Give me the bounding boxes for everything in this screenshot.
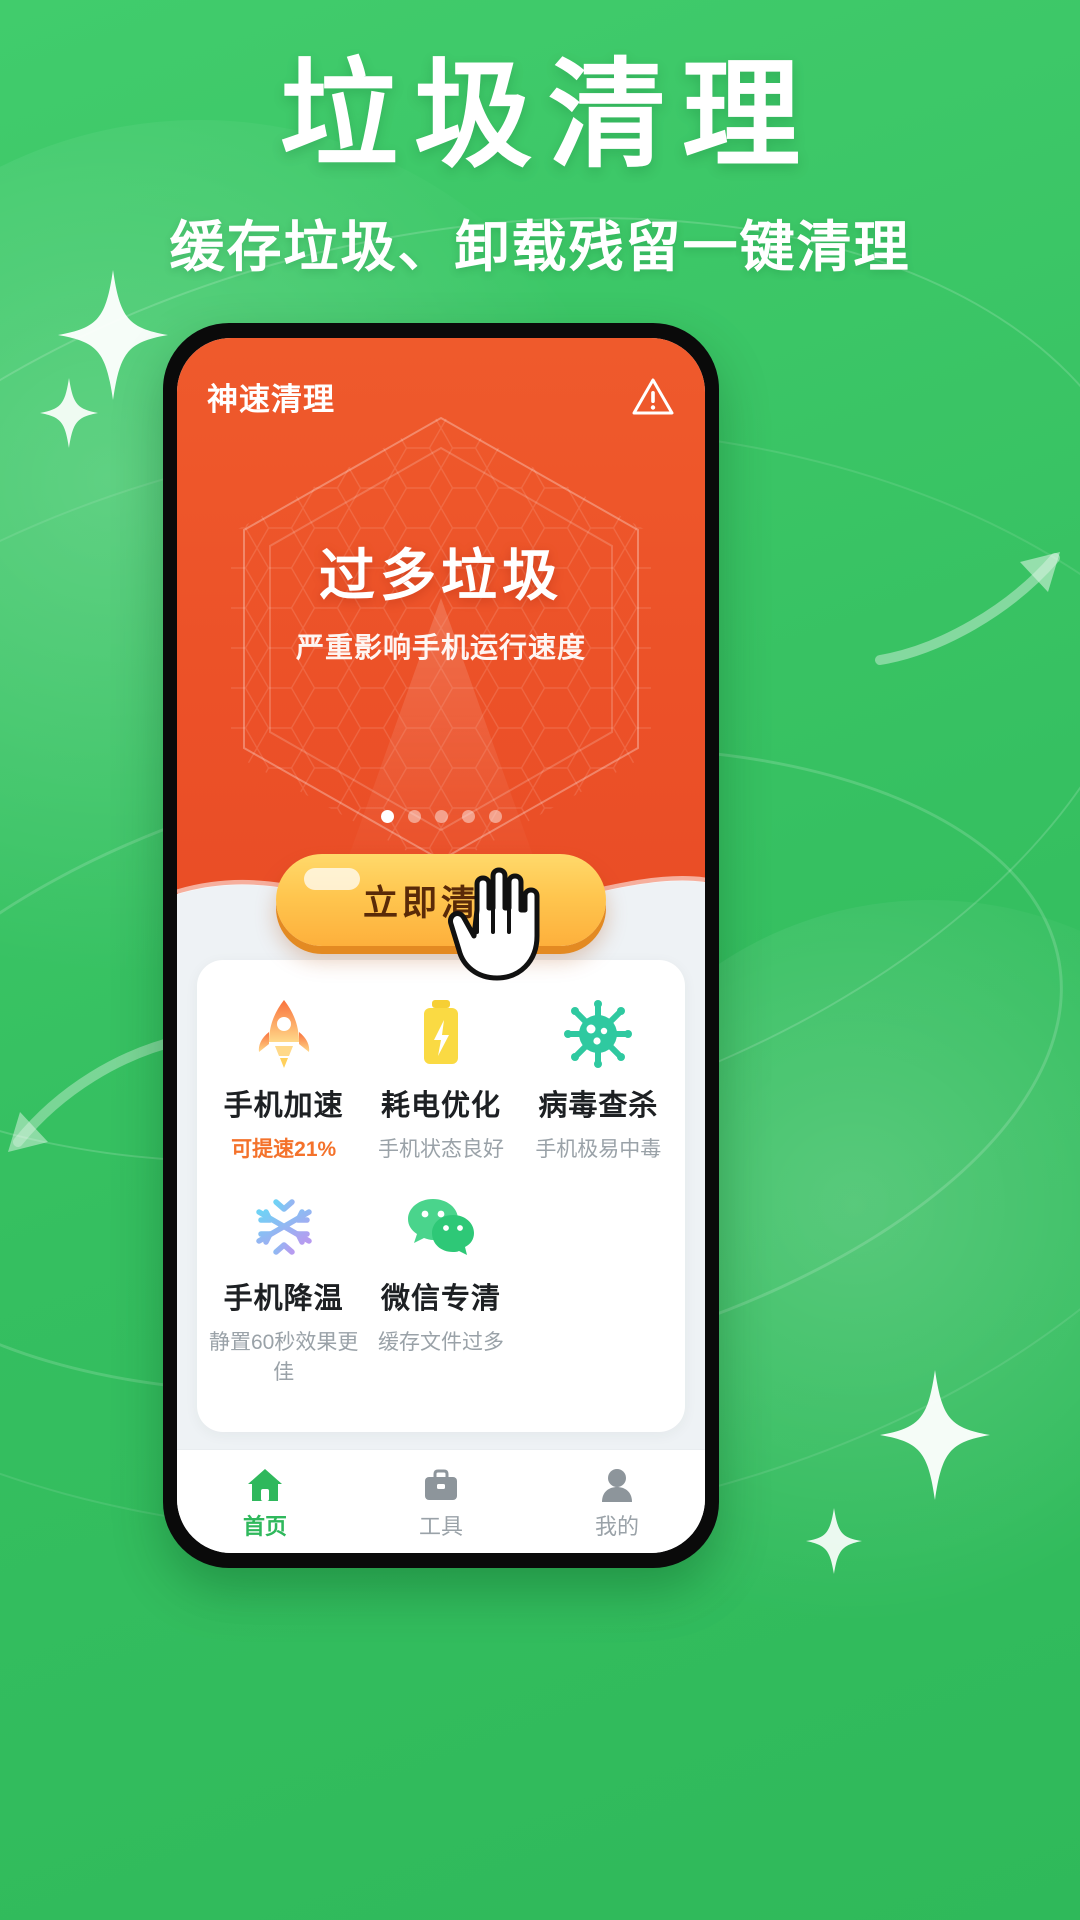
feature-item-battery[interactable]: 耗电优化 手机状态良好 <box>362 986 519 1179</box>
app-bar: 神速清理 <box>177 338 705 419</box>
feature-item-virus-scan[interactable]: 病毒查杀 手机极易中毒 <box>520 986 677 1179</box>
toolbox-icon <box>422 1463 460 1503</box>
carousel-dot-2[interactable] <box>407 810 421 823</box>
carousel-dot-4[interactable] <box>461 810 475 823</box>
carousel-dot-5[interactable] <box>488 810 502 823</box>
features-section: 手机加速 可提速21% 耗电优化 手机状态良好 病毒查杀 手机极易中毒 手机降温… <box>177 938 705 1449</box>
promo-headline-block: 垃圾清理 缓存垃圾、卸载残留一键清理 <box>0 50 1080 282</box>
hand-pointer-icon <box>448 867 540 981</box>
tab-tools-label: 工具 <box>418 1513 463 1539</box>
tab-profile[interactable]: 我的 <box>529 1450 705 1553</box>
snowflake-icon <box>207 1191 360 1263</box>
carousel-dot-3[interactable] <box>434 810 448 823</box>
hero-status-desc: 严重影响手机运行速度 <box>295 632 586 663</box>
arrow-down-left-icon <box>8 1035 185 1152</box>
tab-home-label: 首页 <box>242 1513 287 1539</box>
tab-home[interactable]: 首页 <box>177 1450 353 1553</box>
carousel-dot-1[interactable] <box>380 810 394 823</box>
app-name: 神速清理 <box>207 382 335 417</box>
bottom-tabbar: 首页 工具 我的 <box>177 1449 705 1553</box>
button-gloss <box>304 868 360 890</box>
cta-area: 立即清理 <box>177 854 705 981</box>
phone-screen: 神速清理 过多垃圾 严重影响手机运行速度 立即清理 手机加速 可提速21% 耗电… <box>177 338 705 1553</box>
battery-icon <box>364 998 517 1070</box>
person-icon <box>600 1463 634 1503</box>
tab-tools[interactable]: 工具 <box>353 1450 529 1553</box>
tab-profile-label: 我的 <box>594 1513 639 1539</box>
feature-name: 手机降温 <box>223 1283 344 1315</box>
warning-triangle-icon[interactable] <box>631 375 675 419</box>
feature-desc: 可提速21% <box>231 1138 337 1161</box>
phone-mockup: 神速清理 过多垃圾 严重影响手机运行速度 立即清理 手机加速 可提速21% 耗电… <box>163 323 719 1568</box>
arrow-up-right-icon <box>875 552 1060 665</box>
sparkle-icon-3 <box>880 1370 990 1500</box>
promo-title: 垃圾清理 <box>279 50 816 182</box>
feature-item-empty <box>520 1179 677 1402</box>
virus-icon <box>522 998 675 1070</box>
feature-desc: 缓存文件过多 <box>377 1331 504 1354</box>
home-icon <box>246 1463 284 1503</box>
hero-status-block: 过多垃圾 严重影响手机运行速度 <box>177 531 705 666</box>
feature-name: 耗电优化 <box>380 1090 501 1122</box>
hero-status-title: 过多垃圾 <box>319 544 563 607</box>
feature-item-cooldown[interactable]: 手机降温 静置60秒效果更佳 <box>205 1179 362 1402</box>
feature-desc: 手机状态良好 <box>377 1138 504 1161</box>
sparkle-icon-4 <box>806 1508 862 1574</box>
hero-section: 神速清理 过多垃圾 严重影响手机运行速度 <box>177 338 705 938</box>
wechat-icon <box>364 1191 517 1263</box>
carousel-dots[interactable] <box>177 810 705 823</box>
feature-desc: 静置60秒效果更佳 <box>208 1331 359 1384</box>
feature-name: 手机加速 <box>223 1090 344 1122</box>
feature-desc: 手机极易中毒 <box>535 1138 662 1161</box>
feature-name: 微信专清 <box>380 1283 501 1315</box>
features-card: 手机加速 可提速21% 耗电优化 手机状态良好 病毒查杀 手机极易中毒 手机降温… <box>197 960 685 1432</box>
sparkle-icon-2 <box>40 378 98 448</box>
feature-item-wechat-clean[interactable]: 微信专清 缓存文件过多 <box>362 1179 519 1402</box>
feature-item-phone-boost[interactable]: 手机加速 可提速21% <box>205 986 362 1179</box>
rocket-icon <box>207 998 360 1070</box>
features-grid: 手机加速 可提速21% 耗电优化 手机状态良好 病毒查杀 手机极易中毒 手机降温… <box>205 986 677 1402</box>
feature-name: 病毒查杀 <box>538 1090 659 1122</box>
promo-subtitle: 缓存垃圾、卸载残留一键清理 <box>169 216 911 279</box>
